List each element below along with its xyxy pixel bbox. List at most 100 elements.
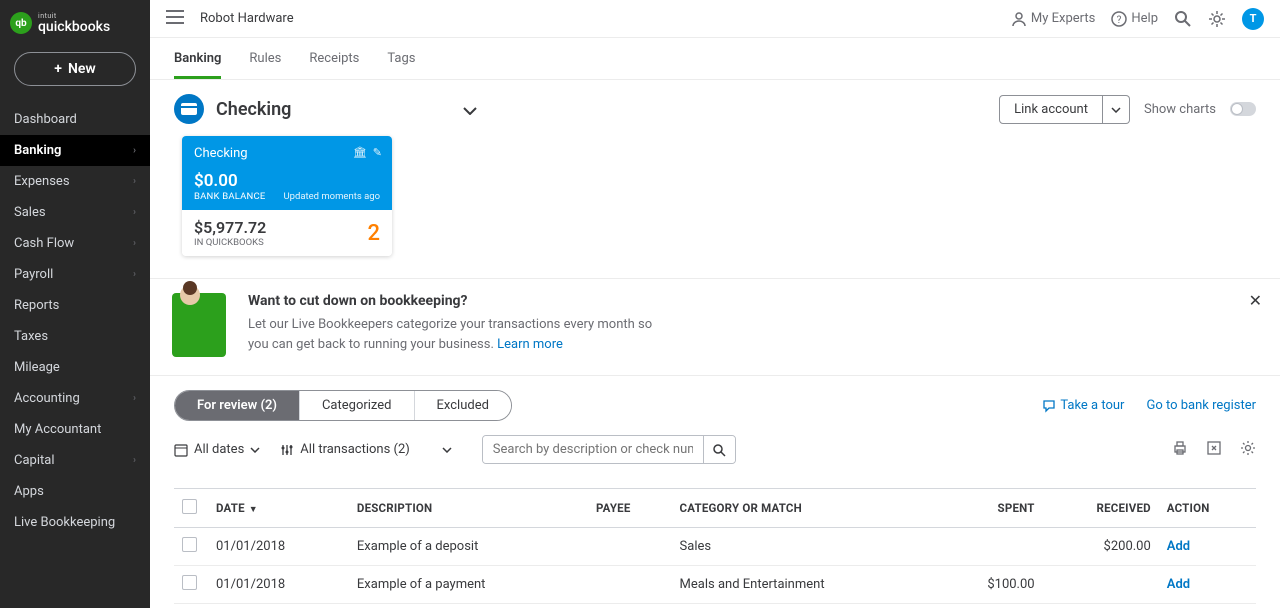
promo-title: Want to cut down on bookkeeping? [248,293,668,309]
col-spent[interactable]: SPENT [938,489,1043,528]
card-updated: Updated moments ago [283,191,380,202]
sidebar-item-reports[interactable]: Reports [0,290,150,321]
link-account-button[interactable]: Link account [999,95,1103,124]
promo-learn-more[interactable]: Learn more [497,337,563,352]
col-category[interactable]: CATEGORY OR MATCH [672,489,938,528]
card-qb-label: IN QUICKBOOKS [194,237,266,248]
card-review-count: 2 [367,221,380,246]
close-icon[interactable]: ✕ [1249,291,1262,310]
topbar: Robot Hardware My Experts ? Help T [150,0,1280,38]
sidebar-item-sales[interactable]: Sales› [0,197,150,228]
account-header: Checking Link account Show charts [174,94,1256,124]
cell-category: Sales [672,528,938,566]
table-row[interactable]: 01/01/2018 Example of a deposit Sales $2… [174,528,1256,566]
col-description[interactable]: DESCRIPTION [349,489,588,528]
export-icon[interactable] [1206,440,1222,460]
row-checkbox[interactable] [182,575,197,590]
chevron-right-icon: › [133,145,136,156]
sidebar-item-banking[interactable]: Banking› [0,135,150,166]
plus-icon: + [54,61,62,77]
brand-logo: qb intuit quickbooks [0,0,150,46]
subtabs: Banking Rules Receipts Tags [150,38,1280,80]
sidebar-item-expenses[interactable]: Expenses› [0,166,150,197]
chevron-right-icon: › [133,176,136,187]
table-row[interactable]: 01/01/2018 Example of a payment Meals an… [174,566,1256,604]
show-charts-toggle[interactable] [1230,102,1256,116]
new-button-label: New [68,61,96,77]
tab-banking[interactable]: Banking [174,51,221,79]
sidebar-item-payroll[interactable]: Payroll› [0,259,150,290]
search-input[interactable] [483,436,703,463]
link-account-dropdown[interactable] [1103,95,1130,124]
add-button[interactable]: Add [1167,577,1190,592]
my-experts-link[interactable]: My Experts [1011,11,1095,27]
sidebar-item-cash-flow[interactable]: Cash Flow› [0,228,150,259]
promo-banner: Want to cut down on bookkeeping? Let our… [150,278,1280,376]
go-to-register-link[interactable]: Go to bank register [1146,398,1256,413]
review-segments: For review (2)CategorizedExcluded [174,390,512,421]
sidebar-item-apps[interactable]: Apps [0,476,150,507]
sidebar-item-live-bookkeeping[interactable]: Live Bookkeeping [0,507,150,538]
card-qb-balance: $5,977.72 [194,218,266,237]
chevron-right-icon: › [133,393,136,404]
tab-receipts[interactable]: Receipts [309,51,359,79]
sidebar: qb intuit quickbooks + New DashboardBank… [0,0,150,608]
col-payee[interactable]: PAYEE [588,489,672,528]
tab-rules[interactable]: Rules [249,51,281,79]
row-checkbox[interactable] [182,537,197,552]
bookkeeper-illustration [172,293,226,357]
show-charts-label: Show charts [1144,102,1216,117]
account-dropdown-icon[interactable] [463,100,477,119]
content-area: Checking Link account Show charts Checki… [150,80,1280,608]
gear-icon[interactable] [1208,10,1226,28]
sidebar-nav: DashboardBanking›Expenses›Sales›Cash Flo… [0,104,150,538]
cell-payee [588,566,672,604]
print-icon[interactable] [1172,440,1188,460]
segment-categorized[interactable]: Categorized [300,391,415,420]
sidebar-item-taxes[interactable]: Taxes [0,321,150,352]
search-button[interactable] [703,436,735,463]
add-button[interactable]: Add [1167,539,1190,554]
tab-tags[interactable]: Tags [387,51,415,79]
segment-for-review-[interactable]: For review (2) [175,391,300,420]
cell-category: Meals and Entertainment [672,566,938,604]
select-all-checkbox[interactable] [182,499,197,514]
sidebar-item-accounting[interactable]: Accounting› [0,383,150,414]
search-icon[interactable] [1174,10,1192,28]
settings-icon[interactable] [1240,440,1256,460]
transactions-filter[interactable]: All transactions (2) [280,442,452,457]
pencil-icon[interactable]: ✎ [373,146,382,159]
transactions-table: DATE▼ DESCRIPTION PAYEE CATEGORY OR MATC… [174,488,1256,604]
col-date[interactable]: DATE▼ [208,489,349,528]
promo-body: Let our Live Bookkeepers categorize your… [248,315,668,354]
cell-payee [588,528,672,566]
chevron-right-icon: › [133,238,136,249]
chevron-right-icon: › [133,455,136,466]
segment-excluded[interactable]: Excluded [415,391,511,420]
cell-received [1043,566,1159,604]
avatar[interactable]: T [1242,8,1264,30]
filter-bar: All dates All transactions (2) [174,435,1256,464]
account-icon [174,94,204,124]
sidebar-item-mileage[interactable]: Mileage [0,352,150,383]
brand-name: quickbooks [38,20,110,34]
sidebar-item-my-accountant[interactable]: My Accountant [0,414,150,445]
new-button[interactable]: + New [14,52,136,86]
help-link[interactable]: ? Help [1111,11,1158,27]
main: Robot Hardware My Experts ? Help T Banki… [150,0,1280,608]
take-tour-link[interactable]: Take a tour [1042,398,1124,413]
bank-icon: 🏛 [353,146,367,159]
menu-icon[interactable] [166,9,184,28]
chevron-right-icon: › [133,269,136,280]
account-title: Checking [216,99,291,120]
sort-arrow-icon: ▼ [249,505,258,515]
col-received[interactable]: RECEIVED [1043,489,1159,528]
cell-date: 01/01/2018 [208,528,349,566]
chevron-right-icon: › [133,207,136,218]
sidebar-item-dashboard[interactable]: Dashboard [0,104,150,135]
sidebar-item-capital[interactable]: Capital› [0,445,150,476]
card-balance: $0.00 [194,171,380,191]
date-filter[interactable]: All dates [174,442,260,457]
cell-description: Example of a deposit [349,528,588,566]
account-card[interactable]: Checking 🏛 ✎ $0.00 BANK BALANCE Updated … [182,136,392,256]
